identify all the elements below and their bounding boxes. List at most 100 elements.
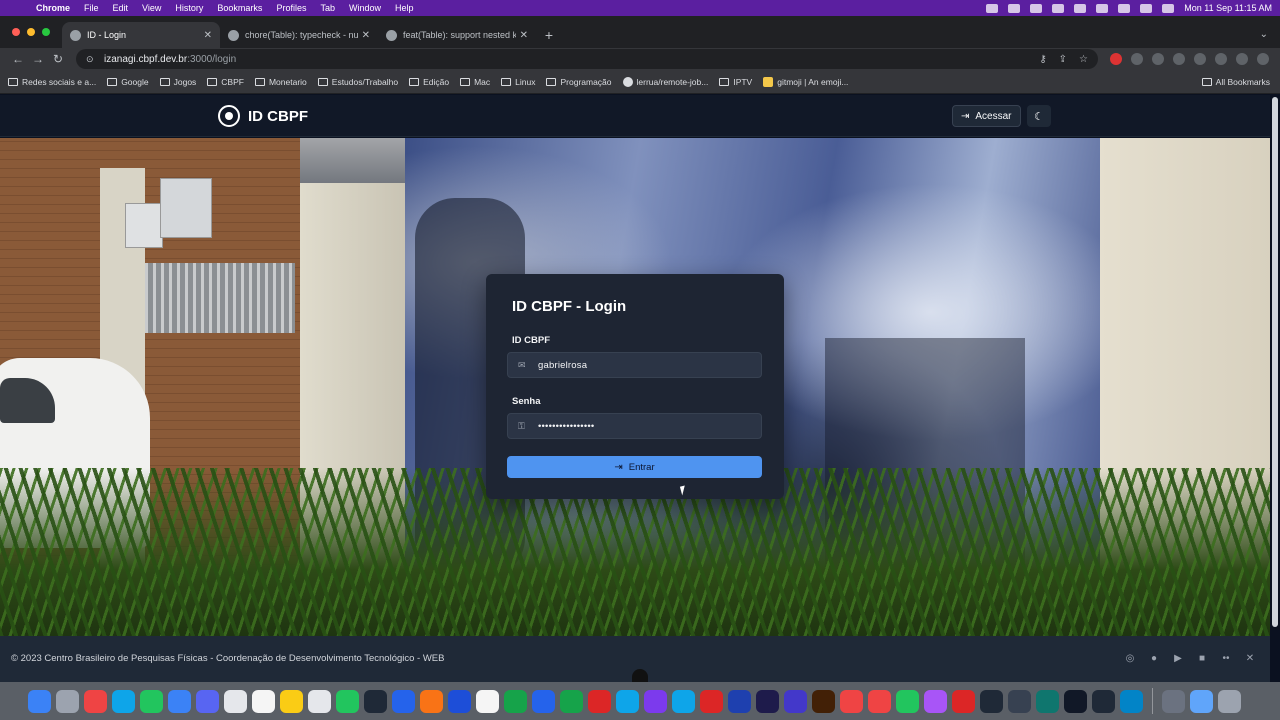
menu-file[interactable]: File xyxy=(84,3,99,13)
dock-app-icon[interactable] xyxy=(1008,689,1031,713)
dock-app-icon[interactable] xyxy=(812,689,835,713)
menu-app-name[interactable]: Chrome xyxy=(36,3,70,13)
new-tab-button[interactable]: + xyxy=(536,22,562,48)
share-icon[interactable]: ⇪ xyxy=(1059,54,1067,65)
dock-app-icon[interactable] xyxy=(448,689,471,713)
dock-app-icon[interactable] xyxy=(112,689,135,713)
side-panel-icon[interactable] xyxy=(1215,53,1227,65)
back-icon[interactable]: ← xyxy=(8,52,28,66)
linkedin-icon[interactable]: ■ xyxy=(1196,652,1208,664)
menu-edit[interactable]: Edit xyxy=(113,3,129,13)
username-field[interactable]: ✉ gabrielrosa xyxy=(507,352,762,378)
bookmark-folder[interactable]: Monetario xyxy=(254,77,307,87)
key-icon[interactable]: ⚷ xyxy=(1039,54,1046,65)
dock-app-icon[interactable] xyxy=(868,689,891,713)
tray-icon[interactable] xyxy=(1008,3,1021,13)
tab-github-nested-key[interactable]: feat(Table): support nested key ✕ xyxy=(378,22,536,48)
extension-icon[interactable] xyxy=(1131,53,1143,65)
menu-view[interactable]: View xyxy=(142,3,161,13)
dock-app-icon[interactable] xyxy=(616,689,639,713)
bookmark-folder[interactable]: IPTV xyxy=(719,77,752,87)
bookmark-folder[interactable]: Jogos xyxy=(159,77,196,87)
control-center-icon[interactable] xyxy=(1162,3,1175,13)
dock-app-icon[interactable] xyxy=(1190,689,1213,713)
entrar-button[interactable]: ⇥ Entrar xyxy=(507,456,762,478)
youtube-icon[interactable]: ▶ xyxy=(1172,652,1184,664)
wifi-icon[interactable] xyxy=(1096,3,1109,13)
instagram-icon[interactable]: ◎ xyxy=(1124,652,1136,664)
bookmark-folder[interactable]: CBPF xyxy=(207,77,244,87)
dock-app-icon[interactable] xyxy=(784,689,807,713)
dock-app-icon[interactable] xyxy=(1064,689,1087,713)
dock-app-icon[interactable] xyxy=(420,689,443,713)
dock-app-icon[interactable] xyxy=(252,689,275,713)
dock-app-icon[interactable] xyxy=(336,689,359,713)
dock-app-icon[interactable] xyxy=(980,689,1003,713)
reload-icon[interactable]: ↻ xyxy=(48,52,68,66)
bookmark-folder[interactable]: Redes sociais e a... xyxy=(8,77,96,87)
menu-profiles[interactable]: Profiles xyxy=(276,3,306,13)
close-tab-icon[interactable]: ✕ xyxy=(362,30,370,41)
bookmark-folder[interactable]: Edição xyxy=(409,77,449,87)
address-bar[interactable]: ⊙ izanagi.cbpf.dev.br :3000/login ⚷ ⇪ ☆ xyxy=(76,49,1098,69)
dock-app-icon[interactable] xyxy=(140,689,163,713)
dock-app-icon[interactable] xyxy=(364,689,387,713)
puzzle-extensions-icon[interactable] xyxy=(1194,53,1206,65)
menu-window[interactable]: Window xyxy=(349,3,381,13)
dock-app-icon[interactable] xyxy=(84,689,107,713)
tray-icon[interactable] xyxy=(1074,3,1087,13)
dock-app-icon[interactable] xyxy=(392,689,415,713)
menubar-clock[interactable]: Mon 11 Sep 11:15 AM xyxy=(1184,3,1272,13)
acessar-button[interactable]: ⇥ Acessar xyxy=(952,105,1021,127)
dock-app-icon[interactable] xyxy=(196,689,219,713)
dock-app-icon[interactable] xyxy=(532,689,555,713)
extension-icon[interactable] xyxy=(1152,53,1164,65)
flickr-icon[interactable]: •• xyxy=(1220,652,1232,664)
dock-app-icon[interactable] xyxy=(1162,689,1185,713)
dock-app-icon[interactable] xyxy=(28,689,51,713)
dock-app-icon[interactable] xyxy=(560,689,583,713)
tab-id-login[interactable]: ID - Login ✕ xyxy=(62,22,220,48)
search-icon[interactable] xyxy=(1140,3,1153,13)
dock-app-icon[interactable] xyxy=(280,689,303,713)
tray-icon[interactable] xyxy=(986,3,999,13)
bookmark-folder[interactable]: Programação xyxy=(546,77,612,87)
nuxt-devtools-icon[interactable] xyxy=(632,669,648,682)
adblock-extension-icon[interactable] xyxy=(1110,53,1122,65)
brand-link[interactable]: ID CBPF xyxy=(218,105,308,127)
dock-app-icon[interactable] xyxy=(756,689,779,713)
dock-app-icon[interactable] xyxy=(224,689,247,713)
bookmark-link[interactable]: gitmoji | An emoji... xyxy=(763,76,848,87)
dock-app-icon[interactable] xyxy=(308,689,331,713)
dock-app-icon[interactable] xyxy=(728,689,751,713)
dock-app-icon[interactable] xyxy=(1218,689,1241,713)
minimize-window-button[interactable] xyxy=(27,28,35,36)
dock-app-icon[interactable] xyxy=(840,689,863,713)
tray-icon[interactable] xyxy=(1052,3,1065,13)
dock-app-icon[interactable] xyxy=(700,689,723,713)
x-icon[interactable]: ✕ xyxy=(1244,652,1256,664)
page-scrollbar[interactable] xyxy=(1270,95,1280,636)
menu-help[interactable]: Help xyxy=(395,3,414,13)
dock-app-icon[interactable] xyxy=(672,689,695,713)
close-window-button[interactable] xyxy=(12,28,20,36)
bookmark-link[interactable]: lerrua/remote-job... xyxy=(622,76,708,87)
close-tab-icon[interactable]: ✕ xyxy=(520,30,528,41)
dock-app-icon[interactable] xyxy=(56,689,79,713)
bookmark-folder[interactable]: Google xyxy=(107,77,149,87)
fullscreen-window-button[interactable] xyxy=(42,28,50,36)
volume-icon[interactable] xyxy=(1118,3,1131,13)
bookmark-folder[interactable]: Estudos/Trabalho xyxy=(317,77,398,87)
bookmark-star-icon[interactable]: ☆ xyxy=(1079,54,1088,65)
profile-avatar-icon[interactable] xyxy=(1236,53,1248,65)
dock-app-icon[interactable] xyxy=(1092,689,1115,713)
facebook-icon[interactable]: ● xyxy=(1148,652,1160,664)
menu-bookmarks[interactable]: Bookmarks xyxy=(217,3,262,13)
dock-app-icon[interactable] xyxy=(588,689,611,713)
dock-app-icon[interactable] xyxy=(924,689,947,713)
dock-app-icon[interactable] xyxy=(1036,689,1059,713)
dock-app-icon[interactable] xyxy=(1120,689,1143,713)
menu-history[interactable]: History xyxy=(175,3,203,13)
all-bookmarks-button[interactable]: All Bookmarks xyxy=(1201,77,1270,87)
close-tab-icon[interactable]: ✕ xyxy=(204,30,212,41)
